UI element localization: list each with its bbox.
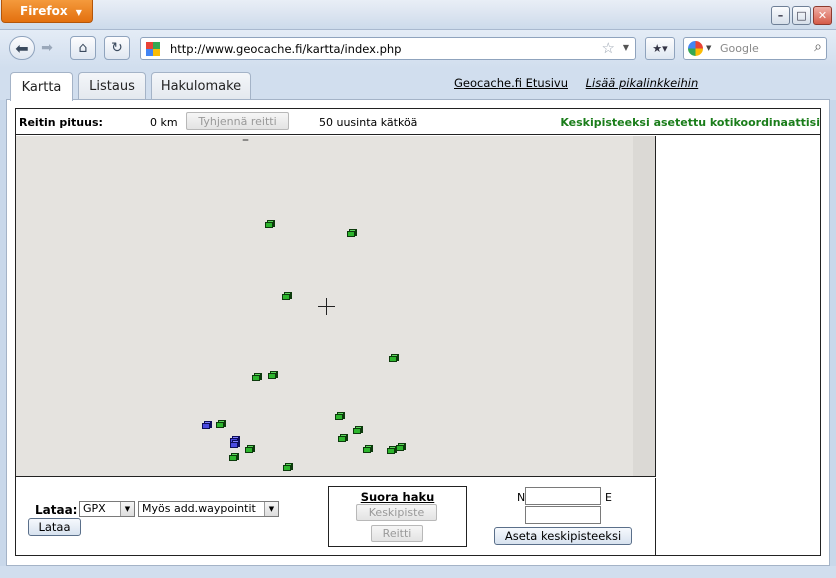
cache-marker-icon[interactable] [338,434,348,442]
tab-listaus[interactable]: Listaus [78,72,146,100]
route-length-value: 0 km [150,116,178,129]
home-link[interactable]: Geocache.fi Etusivu [454,76,568,90]
reload-icon: ↻ [111,40,123,56]
url-bar[interactable]: http://www.geocache.fi/kartta/index.php … [140,37,636,60]
format-select[interactable]: GPX ▼ [79,501,135,517]
download-label: Lataa: [35,503,78,517]
set-center-button[interactable]: Aseta keskipisteeksi [494,527,632,545]
cache-marker-icon[interactable] [245,445,255,453]
direct-search-title: Suora haku [360,490,435,504]
zoom-control-icon[interactable]: – [242,136,249,148]
page-tab-strip: Kartta Listaus Hakulomake Geocache.fi Et… [0,68,836,101]
cache-marker-icon[interactable] [389,354,399,362]
download-button[interactable]: Lataa [28,518,81,536]
clear-route-button[interactable]: Tyhjennä reitti [186,112,289,130]
home-icon: ⌂ [78,40,88,56]
tab-label: Hakulomake [160,79,242,94]
map-panel: Reitin pituus: 0 km Tyhjennä reitti 50 u… [15,108,821,556]
format-select-value: GPX [83,502,106,515]
crosshair-icon [326,298,327,315]
own-cache-marker-icon[interactable] [202,421,212,429]
cache-marker-icon[interactable] [335,412,345,420]
search-bar[interactable]: ▼ Google ⌕ [683,37,827,60]
cache-marker-icon[interactable] [229,453,239,461]
add-quicklink-link[interactable]: Lisää pikalinkkeihin [586,76,699,90]
waypoints-select-value: Myös add.waypointit [142,502,256,515]
maximize-icon[interactable]: □ [792,6,811,25]
window-controls: – □ ✕ [771,6,832,25]
browser-status-bar [0,566,836,578]
map-canvas[interactable]: – [16,136,656,477]
back-button[interactable]: ⬅ [9,36,35,60]
bookmarks-button[interactable]: ★▾ [645,37,675,60]
tab-label: Kartta [21,79,62,95]
center-point-button[interactable]: Keskipiste [356,504,437,521]
route-button[interactable]: Reitti [371,525,423,542]
cache-marker-icon[interactable] [268,371,278,379]
cache-marker-icon[interactable] [283,463,293,471]
center-status-text: Keskipisteeksi asetettu kotikoordinaatti… [560,116,820,129]
cache-marker-icon[interactable] [363,445,373,453]
search-icon[interactable]: ⌕ [814,39,822,55]
home-button[interactable]: ⌂ [70,36,96,60]
side-panel [657,136,820,555]
site-favicon-icon [146,42,161,56]
back-arrow-icon: ⬅ [15,38,29,58]
url-dropdown-icon[interactable]: ▼ [623,43,629,52]
chevron-down-icon: ▼ [75,8,82,17]
cache-count-text: 50 uusinta kätköä [319,116,418,129]
waypoints-select[interactable]: Myös add.waypointit ▼ [138,501,279,517]
firefox-menu-label: Firefox [20,4,68,18]
forward-button[interactable]: ➡ [36,36,58,60]
north-label: N [517,491,526,504]
tab-kartta[interactable]: Kartta [10,72,73,101]
cache-marker-icon[interactable] [282,292,292,300]
firefox-menu-button[interactable]: Firefox ▼ [1,0,93,23]
chevron-down-icon: ▼ [264,502,278,516]
route-length-label: Reitin pituus: [19,116,103,129]
own-cache-marker-icon[interactable] [230,440,240,448]
east-label: E [605,491,612,504]
cache-marker-icon[interactable] [216,420,226,428]
east-coordinate-input[interactable] [525,506,601,524]
route-bar: Reitin pituus: 0 km Tyhjennä reitti 50 u… [16,109,820,135]
chevron-down-icon: ▼ [120,502,134,516]
direct-search-box: Suora haku Keskipiste Reitti [328,486,467,547]
google-icon[interactable] [688,41,703,56]
window-titlebar: Firefox ▼ – □ ✕ [0,0,836,30]
cache-marker-icon[interactable] [353,426,363,434]
map-edge-strip [633,136,655,476]
cache-marker-icon[interactable] [265,220,275,228]
cache-marker-icon[interactable] [252,373,262,381]
cache-marker-icon[interactable] [396,443,406,451]
north-coordinate-input[interactable] [525,487,601,505]
forward-arrow-icon: ➡ [41,40,53,56]
bookmark-star-icon[interactable]: ☆ [602,39,615,57]
tab-hakulomake[interactable]: Hakulomake [151,72,251,100]
reload-button[interactable]: ↻ [104,36,130,60]
minimize-icon[interactable]: – [771,6,790,25]
bottom-controls: Lataa: GPX ▼ Myös add.waypointit ▼ Lataa… [16,478,656,555]
close-icon[interactable]: ✕ [813,6,832,25]
search-engine-dropdown-icon[interactable]: ▼ [706,44,711,52]
bookmarks-icon: ★▾ [652,42,668,55]
tab-links: Geocache.fi Etusivu Lisää pikalinkkeihin [454,76,712,90]
tab-label: Listaus [89,79,135,94]
search-placeholder: Google [720,42,759,55]
cache-marker-icon[interactable] [347,229,357,237]
navigation-toolbar: ⬅ ➡ ⌂ ↻ http://www.geocache.fi/kartta/in… [0,30,836,68]
page-content: Reitin pituus: 0 km Tyhjennä reitti 50 u… [6,99,830,566]
url-text[interactable]: http://www.geocache.fi/kartta/index.php [170,42,401,56]
